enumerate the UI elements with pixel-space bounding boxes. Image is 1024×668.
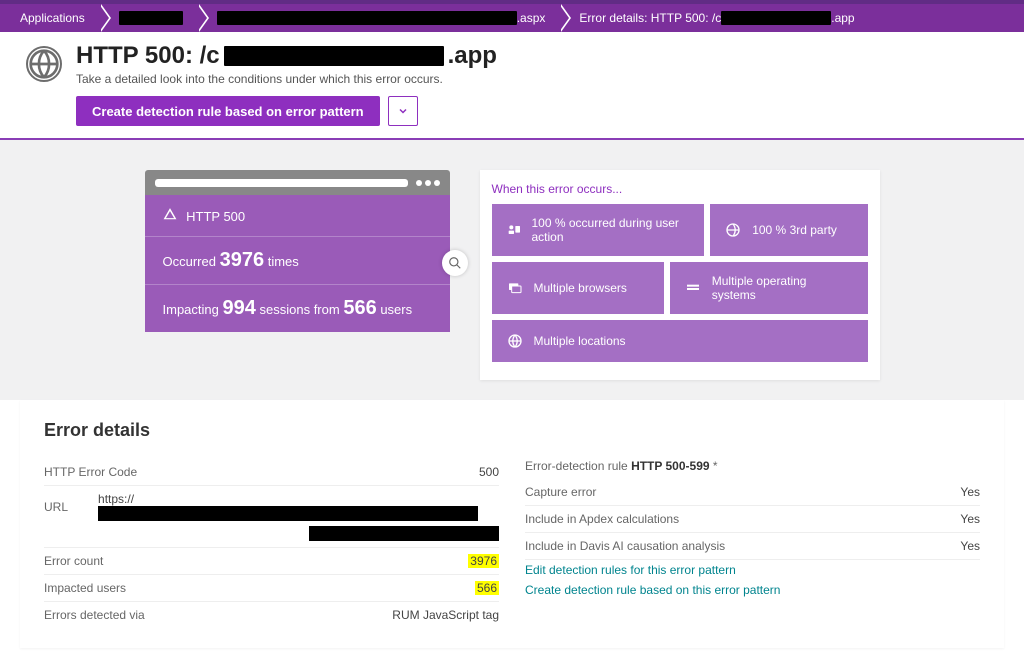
user-action-icon [506,221,522,239]
breadcrumb-suffix: .aspx [517,11,546,25]
tile-os[interactable]: Multiple operating systems [670,262,868,314]
title-prefix: HTTP 500: /c [76,42,220,70]
warning-icon [163,207,177,221]
browser-chrome-mock [145,170,450,195]
os-icon [684,279,702,297]
page-title: HTTP 500: /c .app [76,42,497,70]
row-value-highlighted: 566 [475,581,499,595]
title-suffix: .app [448,42,497,70]
occurs-heading: When this error occurs... [492,182,868,196]
tile-label: Multiple browsers [534,281,627,295]
locations-icon [506,332,524,350]
address-bar-mock [155,179,408,187]
row-error-count: Error count 3976 [44,548,499,575]
tile-locations[interactable]: Multiple locations [492,320,868,362]
rule-pre: Error-detection rule [525,459,628,473]
row-impacted-users: Impacted users 566 [44,575,499,602]
redacted-text [217,11,517,25]
row-label: Impacted users [44,581,126,595]
create-rule-button[interactable]: Create detection rule based on error pat… [76,96,380,126]
rule-title: Error-detection rule HTTP 500-599 * [525,459,980,473]
row-label: Include in Davis AI causation analysis [525,539,725,553]
details-left-column: HTTP Error Code 500 URL https:// Error c… [44,459,499,628]
breadcrumb-label: Applications [20,11,85,25]
edit-rules-link[interactable]: Edit detection rules for this error patt… [525,560,980,580]
error-name-row: HTTP 500 [145,195,450,237]
breadcrumb: Applications .aspx Error details: HTTP 5… [0,4,1024,32]
tile-user-action[interactable]: 100 % occurred during user action [492,204,705,256]
error-summary-widget: HTTP 500 Occurred 3976 times Impacting 9… [145,170,450,332]
row-value: Yes [960,485,980,499]
breadcrumb-suffix: .app [831,11,854,25]
breadcrumb-app[interactable] [99,4,197,32]
redacted-text [224,46,444,66]
tile-label: Multiple locations [534,334,626,348]
row-capture: Capture error Yes [525,479,980,506]
redacted-text [98,506,478,521]
users-post: users [380,302,412,317]
summary-canvas: HTTP 500 Occurred 3976 times Impacting 9… [0,140,1024,400]
breadcrumb-prefix: Error details: HTTP 500: /c [579,11,721,25]
details-right-column: Error-detection rule HTTP 500-599 * Capt… [525,459,980,628]
impacting-row: Impacting 994 sessions from 566 users [145,285,450,332]
breadcrumb-page[interactable]: .aspx [197,4,560,32]
row-label: URL [44,500,68,514]
page-header: HTTP 500: /c .app Take a detailed look i… [0,32,1024,140]
redacted-text [721,11,831,25]
impacting-pre: Impacting [163,302,219,317]
details-heading: Error details [44,420,980,441]
row-value-highlighted: 3976 [468,554,499,568]
globe-icon [724,221,742,239]
breadcrumb-applications[interactable]: Applications [0,4,99,32]
tile-label: 100 % occurred during user action [532,216,691,244]
create-rule-dropdown-button[interactable] [388,96,418,126]
tile-label: 100 % 3rd party [752,223,837,237]
occurred-post: times [268,254,299,269]
redacted-text [119,11,183,25]
url-value: https:// [68,492,499,521]
error-name: HTTP 500 [186,209,245,224]
occurred-count: 3976 [220,249,265,271]
tile-browsers[interactable]: Multiple browsers [492,262,664,314]
tile-third-party[interactable]: 100 % 3rd party [710,204,867,256]
redacted-text [309,526,499,541]
rule-suffix: * [713,459,718,473]
row-label: Error count [44,554,103,568]
occurred-row: Occurred 3976 times [145,237,450,285]
create-rule-link[interactable]: Create detection rule based on this erro… [525,580,980,600]
row-label: Include in Apdex calculations [525,512,679,526]
row-value: Yes [960,512,980,526]
occurred-pre: Occurred [163,254,216,269]
page-subtitle: Take a detailed look into the conditions… [76,72,497,86]
tile-label: Multiple operating systems [712,274,854,302]
row-value: RUM JavaScript tag [392,608,499,622]
row-apdex: Include in Apdex calculations Yes [525,506,980,533]
row-http-code: HTTP Error Code 500 [44,459,499,486]
url-prefix: https:// [98,492,134,506]
magnify-icon[interactable] [442,250,468,276]
chevron-down-icon [397,105,409,117]
occurs-panel: When this error occurs... 100 % occurred… [480,170,880,380]
browsers-icon [506,279,524,297]
row-value: Yes [960,539,980,553]
row-label: Capture error [525,485,596,499]
row-label: HTTP Error Code [44,465,137,479]
row-detected-via: Errors detected via RUM JavaScript tag [44,602,499,628]
row-davis: Include in Davis AI causation analysis Y… [525,533,980,560]
globe-icon [26,46,62,82]
error-card: HTTP 500 Occurred 3976 times Impacting 9… [145,195,450,332]
window-dots [416,180,440,186]
row-url: URL https:// [44,486,499,548]
sessions-count: 994 [223,297,256,319]
rule-name: HTTP 500-599 [631,459,710,473]
users-count: 566 [343,297,376,319]
sessions-mid: sessions from [260,302,340,317]
error-details-panel: Error details HTTP Error Code 500 URL ht… [20,400,1004,648]
row-label: Errors detected via [44,608,145,622]
row-value: 500 [479,465,499,479]
breadcrumb-error-details[interactable]: Error details: HTTP 500: /c .app [559,4,868,32]
